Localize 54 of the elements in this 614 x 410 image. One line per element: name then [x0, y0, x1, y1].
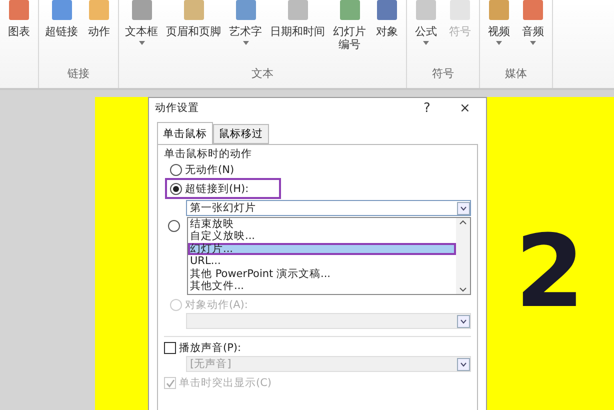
- radio-button[interactable]: [170, 182, 182, 194]
- scroll-down-icon[interactable]: [459, 287, 467, 292]
- ribbon-icon: [413, 0, 439, 22]
- group-label: 链接: [66, 66, 90, 82]
- ribbon-button[interactable]: 超链接: [43, 0, 80, 64]
- list-item[interactable]: 幻灯片...: [188, 242, 456, 256]
- dialog-title: 动作设置: [155, 101, 200, 115]
- ribbon-icon: [520, 0, 546, 22]
- ribbon-button[interactable]: 文本框: [123, 0, 160, 64]
- list-item[interactable]: URL...: [188, 255, 456, 268]
- caret-icon: [242, 41, 248, 45]
- caret-icon: [138, 41, 144, 45]
- radio-button[interactable]: [168, 220, 180, 232]
- ribbon-button[interactable]: 音频: [518, 0, 548, 64]
- ribbon-icon: [374, 0, 400, 22]
- ribbon-button[interactable]: 公式: [411, 0, 441, 64]
- group-title: 单击鼠标时的动作: [164, 147, 253, 162]
- help-button[interactable]: ?: [412, 100, 442, 116]
- ribbon-button[interactable]: 对象: [372, 0, 402, 64]
- caret-icon: [423, 41, 429, 45]
- radio-label: 无动作(N): [185, 163, 234, 177]
- checkbox[interactable]: [164, 342, 176, 354]
- ribbon-button[interactable]: 日期和时间: [268, 0, 327, 64]
- checkbox-label: 播放声音(P):: [179, 341, 242, 355]
- ribbon-button[interactable]: 艺术字: [227, 0, 264, 64]
- checkbox-label: 单击时突出显示(C): [179, 376, 272, 390]
- scrollbar[interactable]: [456, 218, 470, 294]
- close-button[interactable]: ×: [450, 100, 480, 116]
- list-item[interactable]: 其他文件...: [188, 280, 456, 292]
- radio-label: 超链接到(H):: [185, 182, 249, 196]
- ribbon-button[interactable]: 幻灯片 编号: [331, 0, 368, 64]
- caret-icon: [530, 41, 536, 45]
- caret-icon: [496, 41, 502, 45]
- slide-text: 2: [515, 222, 585, 322]
- ribbon-button[interactable]: 动作: [84, 0, 114, 64]
- radio-button[interactable]: [170, 164, 182, 176]
- tab[interactable]: 鼠标移过: [213, 124, 269, 144]
- ribbon-icon: [86, 0, 112, 22]
- ribbon-button[interactable]: 图表: [4, 0, 34, 64]
- list-item[interactable]: 结束放映: [188, 218, 456, 230]
- ribbon-button[interactable]: 页眉和页脚: [164, 0, 223, 64]
- ribbon-icon: [447, 0, 473, 22]
- group-label: 符号: [431, 66, 455, 82]
- group-label: 媒体: [504, 66, 528, 82]
- ribbon-icon: [6, 0, 32, 22]
- link-target-dropdown[interactable]: 第一张幻灯片: [186, 200, 471, 216]
- tab[interactable]: 单击鼠标: [157, 122, 213, 144]
- scroll-up-icon[interactable]: [459, 220, 467, 225]
- radio-label: 对象动作(A):: [185, 298, 248, 312]
- group-label: 文本: [250, 66, 274, 82]
- ribbon-button[interactable]: 视频: [484, 0, 514, 64]
- ribbon-icon: [486, 0, 512, 22]
- list-item[interactable]: 其他 PowerPoint 演示文稿...: [188, 268, 456, 280]
- list-item[interactable]: 自定义放映...: [188, 230, 456, 243]
